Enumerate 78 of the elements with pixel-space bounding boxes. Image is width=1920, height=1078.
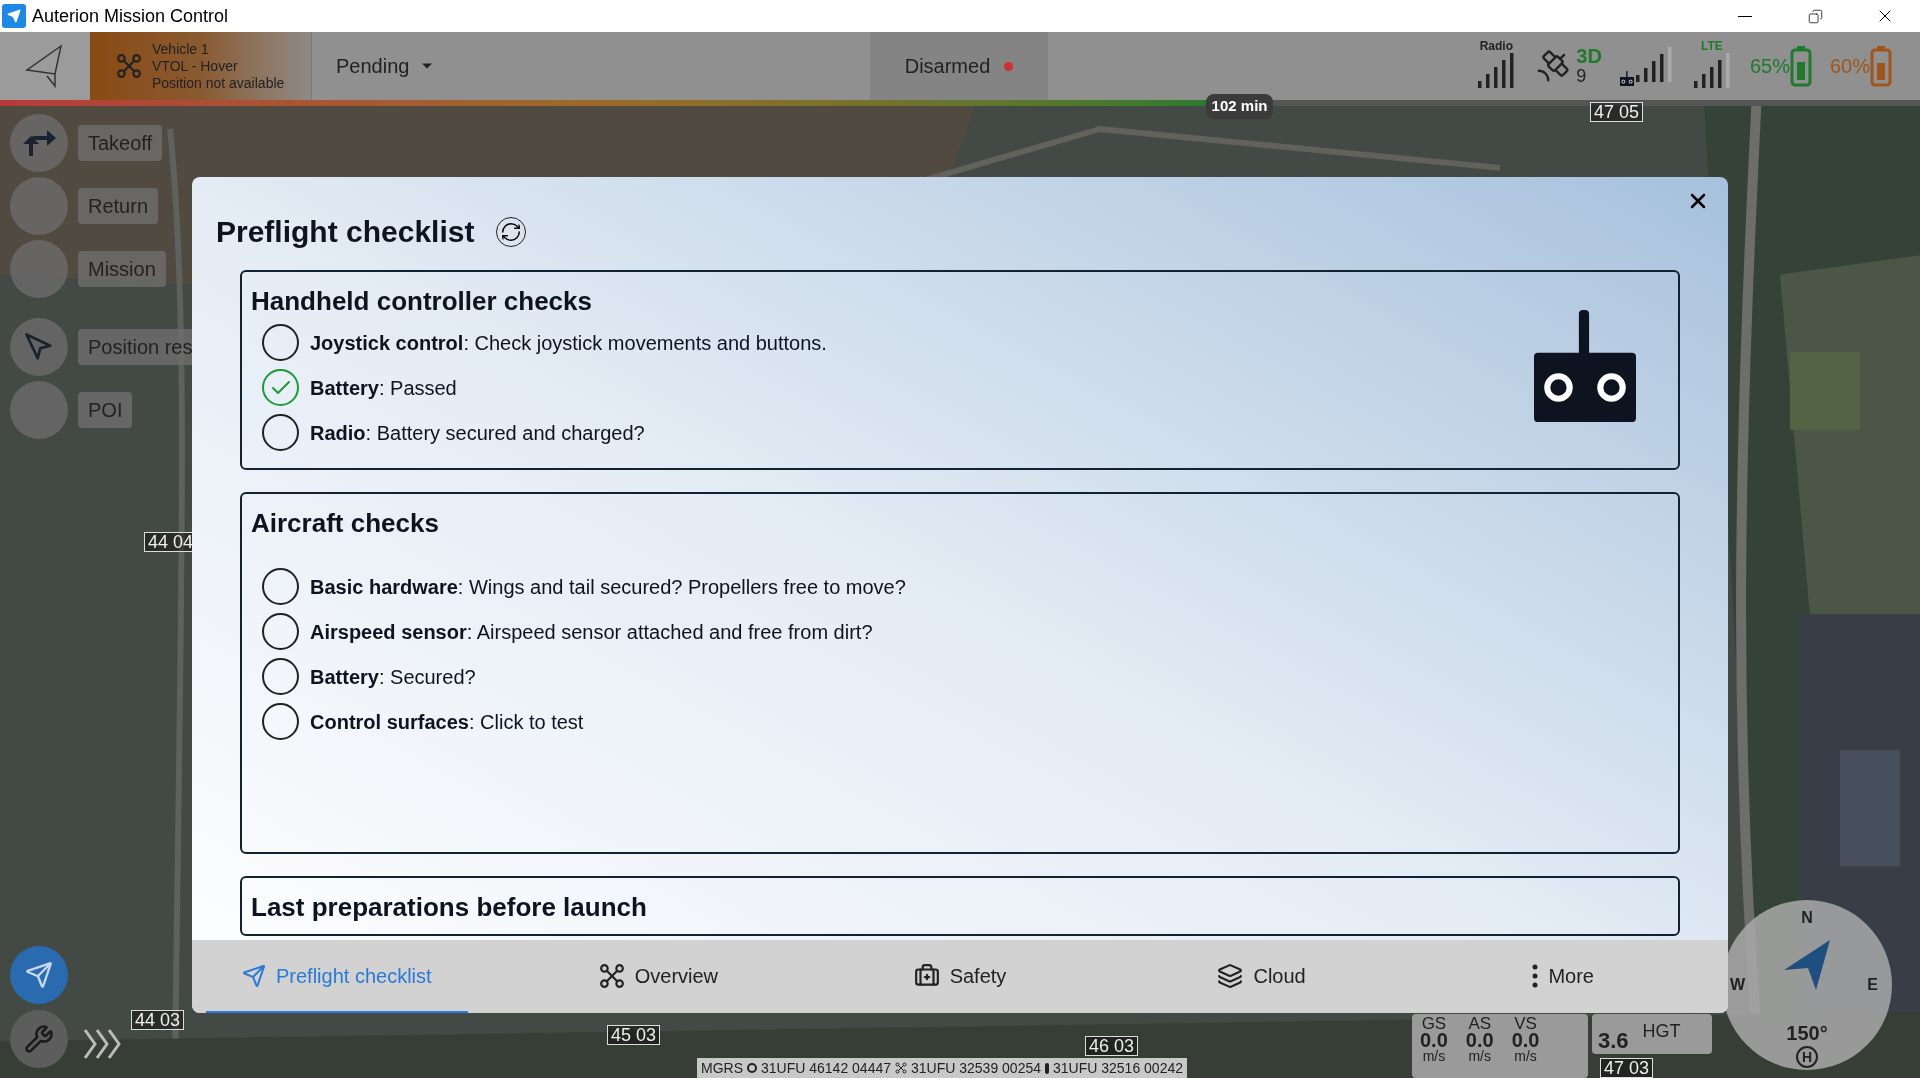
action-label: POI	[78, 392, 133, 428]
target-icon	[747, 1063, 757, 1073]
arm-state-button[interactable]: Disarmed	[870, 32, 1048, 100]
grid-label: 47 03	[1600, 1058, 1654, 1078]
telemetry-label: VS	[1514, 1016, 1537, 1032]
drone-warning-icon	[116, 53, 142, 79]
grid-label: 47 05	[1590, 102, 1644, 122]
check-item-text: Basic hardware: Wings and tail secured? Propellers free to move?	[310, 574, 906, 600]
tools-icon	[24, 1024, 54, 1054]
battery-icon	[1789, 45, 1812, 87]
grid-label: 46 03	[1085, 1036, 1139, 1056]
vehicle-menu-button[interactable]	[0, 32, 90, 100]
flight-mode-dropdown[interactable]: Pending	[312, 32, 472, 100]
compass-north: N	[1801, 908, 1813, 928]
telemetry-value: 0.0	[1511, 1032, 1540, 1048]
action-label: Mission	[78, 251, 166, 287]
plane-icon	[242, 963, 266, 988]
dialog-tab[interactable]: Overview	[562, 940, 755, 1013]
telemetry-unit: m/s	[1468, 1048, 1491, 1064]
height-value: 3.6	[1598, 1027, 1629, 1055]
first-aid-kit-icon	[913, 962, 940, 989]
satellite-count: 9	[1576, 66, 1588, 86]
plane-plus-icon	[25, 961, 53, 989]
telemetry-value: 0.0	[1420, 1032, 1448, 1048]
lte-label: LTE	[1701, 40, 1723, 52]
paper-plane-icon	[25, 44, 65, 88]
drone-icon	[895, 1062, 907, 1074]
gps-fix: 3D	[1576, 46, 1602, 66]
telemetry-label: AS	[1468, 1016, 1492, 1032]
restore-icon	[1807, 8, 1823, 24]
check-item-text: Joystick control: Check joystick movements and buttons.	[310, 330, 827, 356]
grid-label: 45 03	[607, 1025, 661, 1045]
vehicle-mode: VTOL - Hover	[152, 57, 239, 75]
vehicle-battery-percent: 65%	[1749, 54, 1790, 79]
drone-coordinate: 31UFU 32539 00254	[911, 1058, 1041, 1078]
grid-label: 44 03	[131, 1010, 185, 1030]
section-title: Handheld controller checks	[251, 286, 593, 316]
battery-icon	[1870, 45, 1892, 87]
check-item-text: Airspeed sensor: Airspeed sensor attached and free from dirt?	[310, 619, 873, 645]
compass-east: E	[1867, 975, 1878, 995]
section-title: Last preparations before launch	[251, 892, 648, 922]
vehicle-name: Vehicle 1	[152, 40, 210, 58]
controller-battery-percent: 60%	[1829, 54, 1870, 79]
check-item-text: Radio: Battery secured and charged?	[310, 420, 645, 446]
action-label: Return	[78, 188, 159, 224]
telemetry-label: GS	[1421, 1016, 1447, 1032]
height-label: HGT	[1642, 1020, 1681, 1043]
home-marker: H	[1796, 1046, 1818, 1068]
telemetry-unit: m/s	[1514, 1048, 1537, 1064]
controller-icon	[1534, 310, 1636, 423]
layers-icon	[1217, 962, 1244, 989]
drone-icon	[598, 962, 625, 989]
vehicle-position: Position not available	[152, 74, 285, 92]
navigation-arrow-icon	[24, 332, 54, 362]
section-title: Aircraft checks	[251, 508, 440, 538]
flight-time-badge: 102 min	[1205, 94, 1274, 119]
vehicle-coordinate: 31UFU 46142 04447	[761, 1058, 891, 1078]
coordinate-system: MGRS	[701, 1058, 743, 1078]
person-icon	[1045, 1062, 1049, 1074]
radio-label: Radio	[1479, 40, 1514, 52]
window-title: Auterion Mission Control	[32, 4, 229, 28]
heading-value: 150°	[1786, 1021, 1828, 1046]
check-item-text: Battery: Secured?	[310, 664, 476, 690]
check-item-text: Control surfaces: Click to test	[310, 709, 584, 735]
pilot-coordinate: 31UFU 32516 00242	[1053, 1058, 1183, 1078]
telemetry-value: 0.0	[1465, 1032, 1494, 1048]
action-label: Takeoff	[78, 125, 163, 161]
dialog-tab[interactable]: Cloud	[1181, 940, 1342, 1013]
dialog-title: Preflight checklist	[216, 214, 475, 250]
dialog-tab[interactable]: More	[1496, 940, 1630, 1013]
compass-west: W	[1730, 975, 1746, 995]
more-icon	[1532, 963, 1539, 988]
dialog-tab[interactable]: Safety	[877, 940, 1043, 1013]
takeoff-arrow-icon	[21, 128, 57, 158]
controller-icon	[1619, 70, 1634, 86]
telemetry-unit: m/s	[1422, 1048, 1446, 1064]
check-item-text: Battery: Passed	[310, 375, 457, 401]
minimize-icon	[1738, 15, 1752, 17]
